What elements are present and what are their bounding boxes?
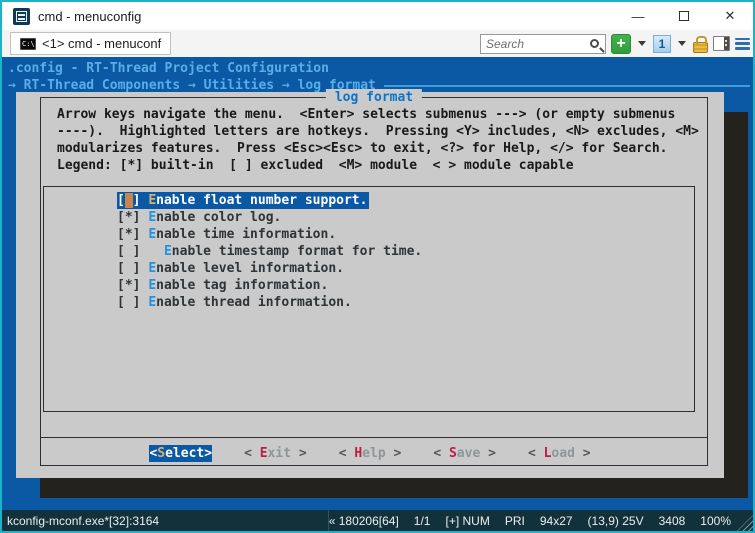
- window-title: cmd - menuconfig: [38, 9, 141, 24]
- hotkey-letter: E: [148, 210, 156, 225]
- statusbar: kconfig-mconf.exe*[32]:3164 « 180206[64]…: [2, 510, 753, 531]
- help-button[interactable]: < Help >: [339, 445, 402, 462]
- tab-label: <1> cmd - menuconf: [42, 36, 161, 51]
- lock-icon[interactable]: [693, 42, 708, 53]
- hotkey-letter: E: [148, 295, 156, 310]
- status-item: 3408: [659, 514, 686, 528]
- dialog-title: log format: [326, 89, 422, 106]
- menu-item[interactable]: [*] Enable tag information.: [117, 277, 328, 294]
- hotkey-letter: E: [148, 193, 156, 208]
- new-console-button[interactable]: +: [611, 34, 631, 54]
- save-button[interactable]: < Save >: [433, 445, 496, 462]
- close-button[interactable]: ✕: [707, 2, 753, 30]
- menu-list: [ ] Enable float number support.[*] Enab…: [43, 186, 695, 412]
- hotkey-letter: E: [148, 227, 156, 242]
- search-icon: [590, 39, 599, 48]
- conemu-window: cmd - menuconfig — ✕ C:\ <1> cmd - menuc…: [0, 0, 755, 533]
- status-item: 94x27: [540, 514, 573, 528]
- hamburger-menu-icon[interactable]: [735, 38, 750, 50]
- maximize-icon: [679, 11, 689, 21]
- conemu-app-icon[interactable]: [13, 8, 30, 25]
- status-item: 1/1: [414, 514, 431, 528]
- maximize-button[interactable]: [661, 2, 707, 30]
- menu-item[interactable]: [ ] Enable float number support.: [117, 192, 369, 209]
- tabbar: C:\ <1> cmd - menuconf + 1: [2, 30, 753, 57]
- status-item: [+] NUM: [445, 514, 489, 528]
- status-item: (13,9) 25V: [588, 514, 644, 528]
- hotkey-letter: E: [164, 244, 172, 259]
- select-button[interactable]: <Select>: [149, 445, 212, 462]
- menu-item[interactable]: [*] Enable time information.: [117, 226, 336, 243]
- titlebar: cmd - menuconfig — ✕: [2, 2, 753, 30]
- menu-list-items: [ ] Enable float number support.[*] Enab…: [117, 192, 422, 311]
- load-button[interactable]: < Load >: [528, 445, 591, 462]
- config-header-line: .config - RT-Thread Project Configuratio…: [2, 60, 753, 77]
- terminal-console[interactable]: .config - RT-Thread Project Configuratio…: [2, 57, 753, 510]
- menu-item[interactable]: [*] Enable color log.: [117, 209, 281, 226]
- menu-item[interactable]: [ ] Enable level information.: [117, 260, 344, 277]
- split-view-icon[interactable]: [713, 36, 730, 51]
- status-item: 100%: [700, 514, 731, 528]
- menu-item[interactable]: [ ] Enable thread information.: [117, 294, 352, 311]
- process-info: kconfig-mconf.exe*[32]:3164: [2, 510, 329, 531]
- status-item: « 180206[64]: [329, 514, 399, 528]
- status-items: « 180206[64] 1/1 [+] NUM PRI 94x27 (13,9) 25V…: [329, 514, 753, 528]
- menuconfig-dialog: log format Arrow keys navigate the menu.…: [16, 92, 724, 478]
- button-separator: [40, 437, 708, 438]
- dialog-buttons: <Select> < Exit > < Help > < Save > < Load >: [16, 445, 724, 462]
- window-controls: — ✕: [615, 2, 753, 30]
- minimize-button[interactable]: —: [615, 2, 661, 30]
- cmd-icon: C:\: [20, 38, 36, 50]
- hotkey-letter: S: [157, 446, 165, 461]
- hotkey-letter: E: [148, 278, 156, 293]
- new-console-dropdown-icon[interactable]: [638, 41, 646, 46]
- hotkey-letter: S: [449, 446, 457, 461]
- exit-button[interactable]: < Exit >: [244, 445, 307, 462]
- dialog-instructions: Arrow keys navigate the menu. <Enter> se…: [57, 106, 699, 174]
- search-box: [480, 34, 606, 54]
- breadcrumb-rule: [384, 85, 750, 87]
- hotkey-letter: H: [354, 446, 362, 461]
- close-icon: ✕: [725, 8, 736, 24]
- minimize-icon: —: [632, 9, 645, 24]
- hotkey-letter: E: [148, 261, 156, 276]
- search-input[interactable]: [481, 37, 590, 51]
- menu-item[interactable]: [ ] Enable timestamp format for time.: [117, 243, 422, 260]
- tabbar-tools: + 1: [480, 34, 750, 54]
- hotkey-letter: E: [260, 446, 268, 461]
- selection-cursor: [125, 193, 133, 208]
- status-item: PRI: [505, 514, 525, 528]
- window-number-dropdown-icon[interactable]: [678, 41, 686, 46]
- tab-cmd-menuconf[interactable]: C:\ <1> cmd - menuconf: [10, 32, 171, 55]
- window-number-button[interactable]: 1: [653, 35, 671, 53]
